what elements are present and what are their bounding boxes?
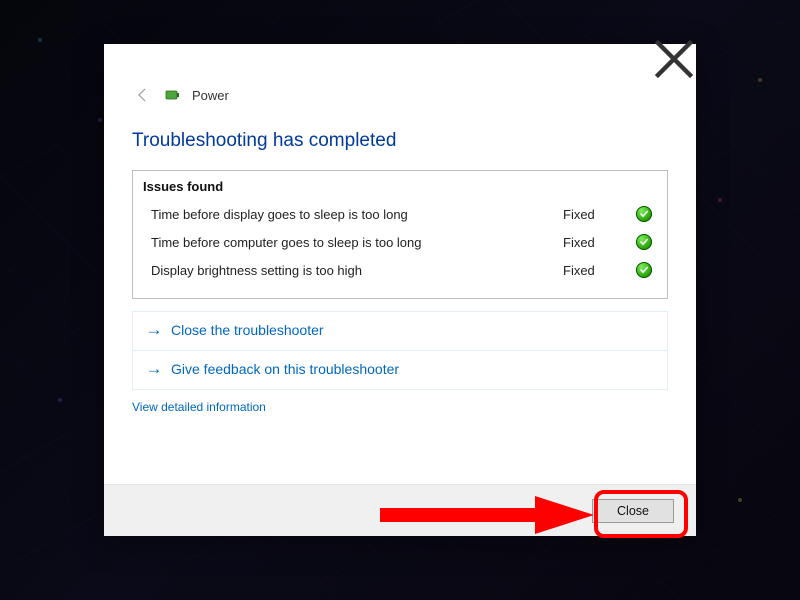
dialog-header: Power	[104, 44, 696, 106]
arrow-right-icon: →	[145, 320, 163, 340]
option-label: Close the troubleshooter	[171, 322, 324, 338]
issue-row: Display brightness setting is too high F…	[133, 256, 667, 284]
option-label: Give feedback on this troubleshooter	[171, 361, 399, 377]
checkmark-icon	[636, 262, 652, 278]
close-icon	[652, 37, 696, 81]
issues-found-box: Issues found Time before display goes to…	[132, 170, 668, 299]
close-button[interactable]: Close	[592, 499, 674, 523]
view-detailed-information-link[interactable]: View detailed information	[132, 400, 668, 414]
arrow-right-icon: →	[145, 359, 163, 379]
issue-description: Time before computer goes to sleep is to…	[151, 235, 563, 250]
issue-status: Fixed	[563, 263, 633, 278]
issue-status: Fixed	[563, 207, 633, 222]
issue-tick	[633, 206, 655, 222]
dialog-footer: Close	[104, 484, 696, 536]
issue-description: Display brightness setting is too high	[151, 263, 563, 278]
issue-tick	[633, 262, 655, 278]
give-feedback-link[interactable]: → Give feedback on this troubleshooter	[132, 351, 668, 390]
troubleshooter-dialog: Power Troubleshooting has completed Issu…	[104, 44, 696, 536]
dialog-title: Troubleshooting has completed	[104, 106, 696, 164]
back-button[interactable]	[132, 84, 154, 106]
power-category-icon	[164, 86, 182, 104]
checkmark-icon	[636, 234, 652, 250]
issue-row: Time before computer goes to sleep is to…	[133, 228, 667, 256]
checkmark-icon	[636, 206, 652, 222]
issues-found-header: Issues found	[133, 177, 667, 200]
issue-row: Time before display goes to sleep is too…	[133, 200, 667, 228]
issue-tick	[633, 234, 655, 250]
issue-status: Fixed	[563, 235, 633, 250]
category-label: Power	[192, 88, 229, 103]
issue-description: Time before display goes to sleep is too…	[151, 207, 563, 222]
window-close-button[interactable]	[652, 44, 696, 74]
close-troubleshooter-link[interactable]: → Close the troubleshooter	[132, 311, 668, 351]
back-arrow-icon	[135, 87, 151, 103]
